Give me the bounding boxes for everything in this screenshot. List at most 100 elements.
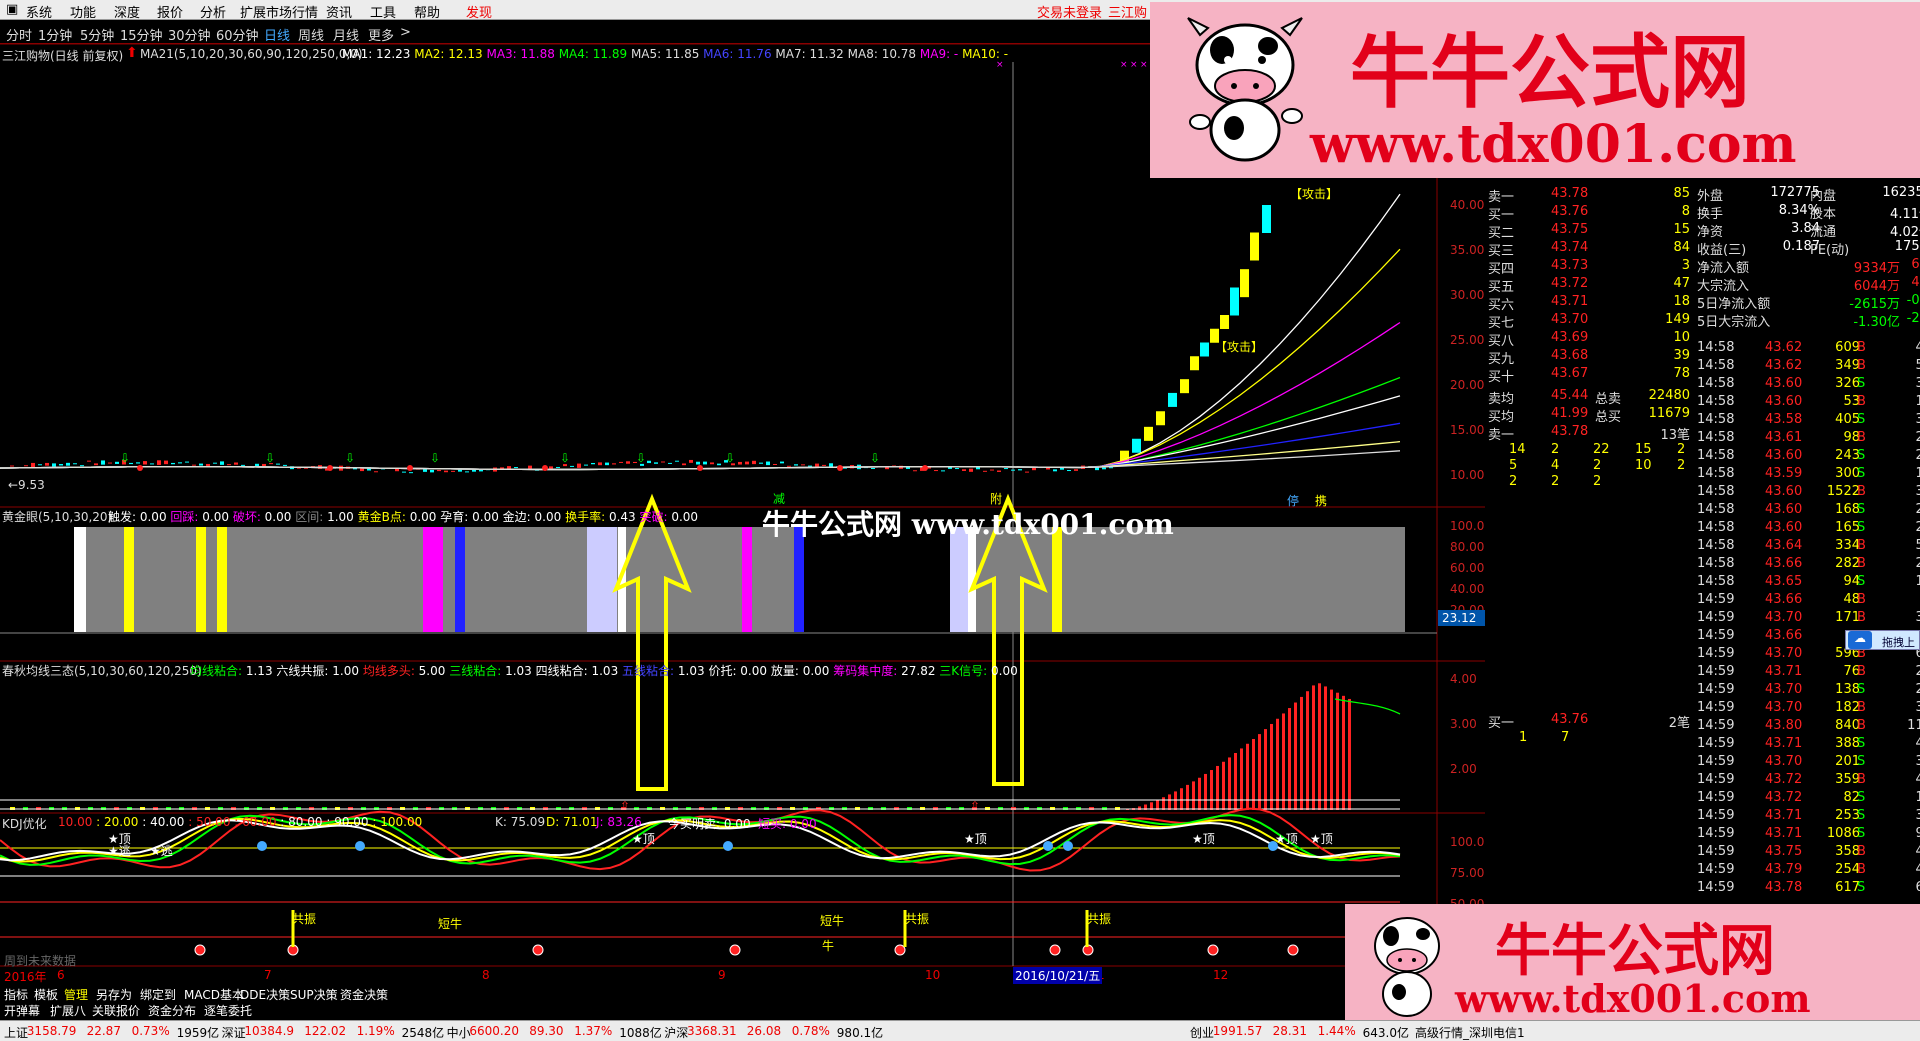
tool-sup[interactable]: SUP决策: [290, 986, 338, 1003]
ob-label: 买六: [1488, 298, 1515, 313]
p3-label: 五线粘合:: [622, 664, 675, 678]
stock-stats: 外盘172775内盘162355换手8.34%股本4.11亿净资3.84流通4.…: [1695, 185, 1920, 335]
tool-danmaku[interactable]: 开弹幕: [4, 1002, 40, 1019]
signal-label: 携: [1315, 494, 1328, 508]
candle: [675, 460, 679, 462]
tick-count: 35: [1915, 376, 1920, 391]
tool-dde[interactable]: DDE决策: [240, 986, 290, 1003]
candle: [780, 461, 784, 464]
x-date: 7: [264, 968, 272, 982]
period-more[interactable]: 更多: [368, 25, 394, 44]
candle: [598, 462, 602, 466]
period-1min[interactable]: 1分钟: [38, 25, 72, 44]
tick-price: 43.71: [1765, 664, 1803, 679]
signal-dot: [137, 465, 143, 471]
kdj-k: K: 75.09: [495, 815, 546, 829]
tool-indicator[interactable]: 指标: [4, 986, 28, 1003]
candle: [73, 463, 77, 465]
status-item: 上证: [4, 1026, 29, 1040]
tick-count: 34: [1915, 700, 1920, 715]
tool-bind[interactable]: 绑定到: [140, 986, 176, 1003]
tool-manage[interactable]: 管理: [64, 986, 88, 1003]
stat-value: 175.8: [1894, 239, 1920, 254]
p2-value: 0.00: [667, 510, 699, 524]
tick-side: S: [1857, 826, 1866, 841]
stock-tab[interactable]: 三江购: [1108, 2, 1147, 21]
menu-discover[interactable]: 发现: [466, 2, 492, 21]
period-monthly[interactable]: 月线: [333, 25, 359, 44]
menu-news[interactable]: 资讯: [326, 2, 352, 21]
tool-macd[interactable]: MACD基本: [184, 986, 244, 1003]
main-y-tick: 10.00: [1450, 468, 1484, 482]
trade-login-status[interactable]: 交易未登录: [1037, 2, 1102, 21]
period-15min[interactable]: 15分钟: [120, 25, 163, 44]
menu-analysis[interactable]: 分析: [200, 2, 226, 21]
candle: [997, 470, 1001, 472]
chevron-right-icon[interactable]: >: [400, 25, 411, 40]
tick-price: 43.60: [1765, 394, 1803, 409]
main-y-tick: 35.00: [1450, 243, 1484, 257]
bar: [1204, 773, 1207, 810]
tick-side: B: [1857, 664, 1866, 679]
tick-side: B: [1857, 394, 1866, 409]
menu-quote[interactable]: 报价: [157, 2, 183, 21]
ma-value: MA6: 11.76: [703, 47, 776, 61]
signal-dot: [697, 465, 703, 471]
ob-price: 43.76: [1551, 712, 1589, 727]
down-arrow-icon: ⇩: [120, 451, 130, 465]
tool-order-detail[interactable]: 逐笔委托: [204, 1002, 252, 1019]
status-item: 创业: [1190, 1026, 1215, 1040]
tool-related-quote[interactable]: 关联报价: [92, 1002, 140, 1019]
tick-time: 14:59: [1697, 592, 1735, 607]
candle: [430, 469, 434, 473]
app-menu-icon[interactable]: ▣: [6, 2, 18, 17]
period-5min[interactable]: 5分钟: [80, 25, 114, 44]
tick-count: 31: [1915, 610, 1920, 625]
status-bar: 上证 3158.79 22.87 0.73% 1959亿 深证 10384.9 122.02 1…: [0, 1020, 1920, 1041]
tool-fund[interactable]: 资金决策: [340, 986, 388, 1003]
signal-label: 停: [1287, 494, 1300, 508]
candle: [556, 466, 560, 468]
ob-label: 买一: [1488, 716, 1515, 731]
candle: [24, 465, 28, 467]
period-daily[interactable]: 日线: [264, 25, 290, 44]
status-item: 643.0亿: [1362, 1026, 1409, 1040]
stat-label: PE(动): [1810, 243, 1850, 258]
tick-count: 25: [1915, 448, 1920, 463]
status-item: 1959亿: [176, 1026, 220, 1040]
tick-time: 14:59: [1697, 862, 1735, 877]
period-60min[interactable]: 60分钟: [216, 25, 259, 44]
tick-vol: 1086: [1826, 826, 1860, 841]
tick-side: S: [1857, 448, 1866, 463]
tick-price: 43.60: [1765, 520, 1803, 535]
menu-tools[interactable]: 工具: [370, 2, 396, 21]
candle: [584, 464, 588, 466]
x-date: 8: [482, 968, 490, 982]
kdj-level: 10.00: [58, 815, 93, 829]
bar: [1348, 698, 1351, 810]
candle: [1074, 469, 1078, 471]
menu-help[interactable]: 帮助: [414, 2, 440, 21]
tool-save-as[interactable]: 另存为: [96, 986, 132, 1003]
p2-label: 黄金B点:: [357, 510, 406, 524]
tool-fund-dist[interactable]: 资金分布: [148, 1002, 196, 1019]
status-item: 2548亿: [401, 1026, 445, 1040]
period-intraday[interactable]: 分时: [6, 25, 32, 44]
candle: [101, 460, 105, 465]
x-date: 10: [925, 968, 941, 982]
cloud-icon[interactable]: ☁: [1848, 631, 1872, 649]
tool-template[interactable]: 模板: [34, 986, 58, 1003]
menu-system[interactable]: 系统: [26, 2, 52, 21]
p2-value: 0.00: [198, 510, 233, 524]
tick-list[interactable]: 14:5843.62609B4314:5843.62349B5114:5843.…: [1695, 340, 1920, 900]
tool-ext8[interactable]: 扩展八: [50, 1002, 86, 1019]
period-30min[interactable]: 30分钟: [168, 25, 211, 44]
period-weekly[interactable]: 周线: [298, 25, 324, 44]
menu-depth[interactable]: 深度: [114, 2, 140, 21]
status-item: 中小: [446, 1026, 471, 1040]
signal-dot: [407, 465, 413, 471]
menu-ext-market[interactable]: 扩展市场行情: [240, 2, 318, 21]
star-top-tag: ★顶: [1192, 832, 1215, 846]
tick-time: 14:58: [1697, 448, 1735, 463]
menu-function[interactable]: 功能: [70, 2, 96, 21]
